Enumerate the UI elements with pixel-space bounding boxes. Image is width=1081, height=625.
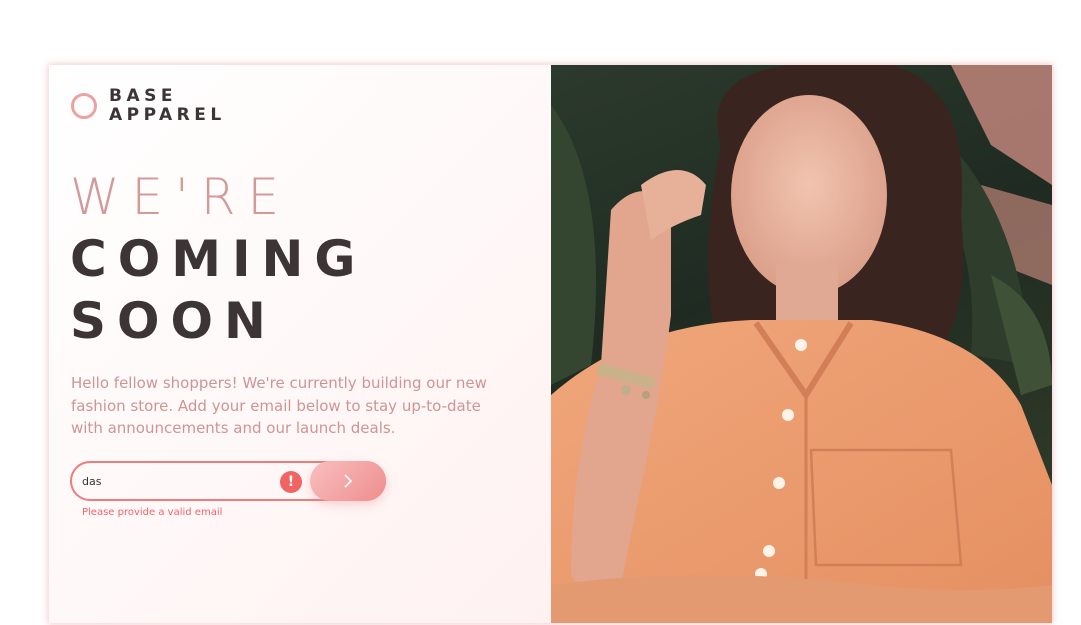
error-message: Please provide a valid email (82, 507, 223, 518)
email-field[interactable] (82, 471, 272, 491)
content-panel: BASE APPAREL WE'RE COMING SOON Hello fel… (49, 65, 551, 623)
logo-ring-icon (71, 93, 97, 119)
error-icon: ! (280, 471, 302, 493)
submit-button[interactable] (310, 461, 386, 501)
email-form: ! (70, 461, 386, 501)
chevron-right-icon (344, 474, 353, 488)
headline-dark-2: SOON (70, 292, 277, 350)
headline-light: WE'RE (70, 168, 292, 226)
logo: BASE APPAREL (71, 87, 226, 125)
hero-image (551, 65, 1052, 623)
landing-card: BASE APPAREL WE'RE COMING SOON Hello fel… (49, 65, 1052, 623)
headline-dark-1: COMING (70, 230, 367, 288)
brand-name: BASE APPAREL (109, 87, 226, 125)
brand-line-2: APPAREL (109, 105, 226, 125)
portrait-photo (551, 65, 1052, 623)
brand-line-1: BASE (109, 86, 177, 106)
description: Hello fellow shoppers! We're currently b… (71, 374, 487, 437)
page-title: WE'RE COMING SOON (70, 166, 366, 352)
